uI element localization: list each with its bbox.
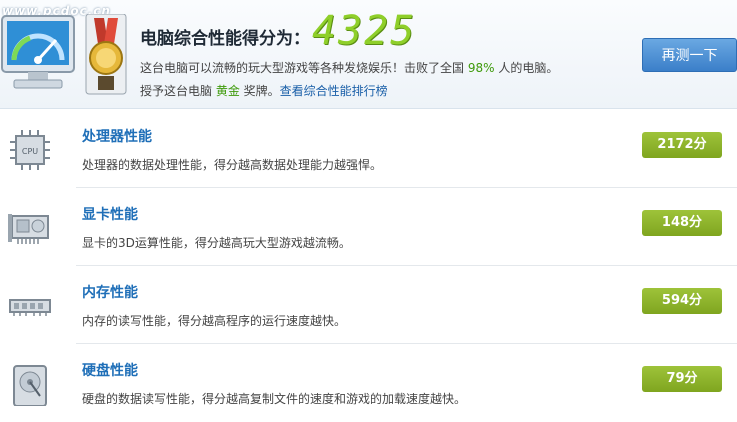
category-description: 内存的读写性能，得分越高程序的运行速度越快。 (82, 314, 347, 328)
category-row-gpu: 显卡性能 显卡的3D运算性能，得分越高玩大型游戏越流畅。 148分 (0, 188, 737, 266)
category-row-cpu: CPU 处理器性能 处理器的数据处理性能，得分越高数据处理能力越强悍。 2172… (0, 110, 737, 188)
result-header: www.pcdoc.cn 电脑综合性能得分为： 4325 这台电脑可以流畅的玩大… (0, 0, 737, 109)
category-row-disk: 硬盘性能 硬盘的数据读写性能，得分越高复制文件的速度和游戏的加载速度越快。 79… (0, 344, 737, 422)
category-name: 显卡性能 (82, 207, 138, 223)
beat-percent: 98% (467, 61, 495, 75)
retest-button[interactable]: 再测一下 (642, 38, 737, 72)
memory-icon (9, 299, 51, 316)
beat-summary: 这台电脑可以流畅的玩大型游戏等各种发烧娱乐！击败了全国 98% 人的电脑。 (140, 59, 558, 76)
award-level: 黄金 (215, 84, 240, 98)
category-name: 硬盘性能 (82, 363, 138, 379)
category-description: 显卡的3D运算性能，得分越高玩大型游戏越流畅。 (82, 236, 351, 250)
monitor-speedometer-icon (1, 15, 75, 89)
category-name: 内存性能 (82, 285, 138, 301)
gold-medal-icon (85, 14, 127, 95)
ranking-link[interactable]: 查看综合性能排行榜 (280, 84, 388, 98)
category-score-badge: 594分 (642, 288, 722, 314)
award-text-post: 奖牌。 (239, 84, 280, 98)
hard-disk-icon (13, 365, 47, 406)
svg-text:CPU: CPU (22, 147, 38, 156)
score-title: 电脑综合性能得分为： (140, 29, 310, 49)
category-row-memory: 内存性能 内存的读写性能，得分越高程序的运行速度越快。 594分 (0, 266, 737, 344)
category-name: 处理器性能 (82, 129, 152, 145)
category-score-badge: 79分 (642, 366, 722, 392)
category-score-badge: 148分 (642, 210, 722, 236)
category-description: 处理器的数据处理性能，得分越高数据处理能力越强悍。 (82, 158, 383, 172)
beat-text-post: 人的电脑。 (494, 61, 559, 75)
award-line: 授予这台电脑 黄金 奖牌。查看综合性能排行榜 (140, 82, 388, 99)
award-text-pre: 授予这台电脑 (140, 84, 216, 98)
total-score: 4325 (312, 8, 417, 54)
cpu-icon: CPU (10, 130, 50, 170)
graphics-card-icon (8, 214, 49, 244)
category-description: 硬盘的数据读写性能，得分越高复制文件的速度和游戏的加载速度越快。 (82, 392, 467, 406)
category-score-badge: 2172分 (642, 132, 722, 158)
beat-text-pre: 这台电脑可以流畅的玩大型游戏等各种发烧娱乐！击败了全国 (140, 61, 468, 75)
